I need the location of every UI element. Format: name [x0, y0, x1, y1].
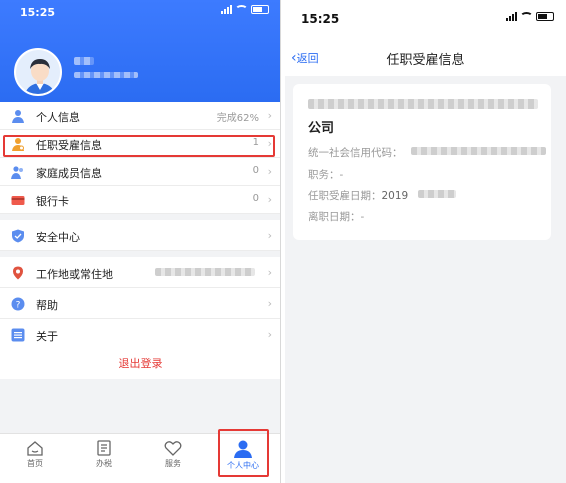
- chevron-right-icon: ›: [267, 109, 272, 122]
- employment-info-screen: 15:25 ‹返回 任职受雇信息 公司 统一社会信用代码： 职务：- 任职受雇日…: [285, 0, 566, 483]
- redacted-credit-code: [411, 147, 546, 155]
- menu-item-family-info[interactable]: 家庭成员信息 0 ›: [0, 158, 280, 186]
- credit-code-label: 统一社会信用代码：: [308, 147, 403, 159]
- menu-item-about[interactable]: 关于 ›: [0, 319, 280, 350]
- chevron-right-icon: ›: [267, 297, 272, 310]
- about-icon: [11, 328, 25, 342]
- hire-date-value: 2019: [381, 190, 409, 202]
- personal-center-screen: 15:25 个人信息 完成62% › 任职受雇信息 1 › 家庭成员信息 0 ›…: [0, 0, 281, 483]
- position-label: 职务：: [308, 169, 340, 181]
- status-time: 15:25: [301, 12, 340, 26]
- menu-label: 银行卡: [36, 195, 69, 208]
- status-time: 15:25: [20, 6, 56, 19]
- highlight-box-employment: [3, 135, 275, 157]
- tab-label: 办税: [96, 459, 112, 468]
- credit-code-row: 统一社会信用代码：: [308, 145, 403, 160]
- chevron-right-icon: ›: [267, 328, 272, 341]
- menu-item-help[interactable]: ? 帮助 ›: [0, 288, 280, 319]
- menu-label: 家庭成员信息: [36, 167, 102, 180]
- tab-home[interactable]: 首页: [10, 440, 60, 469]
- menu-value: 0: [252, 193, 259, 204]
- service-icon: [164, 441, 182, 456]
- redacted-company-name: [308, 99, 538, 109]
- redacted-hire-date: [418, 190, 456, 198]
- nav-header: 15:25 ‹返回 任职受雇信息: [285, 0, 566, 76]
- person-icon: [12, 110, 24, 123]
- wifi-icon: [235, 5, 248, 14]
- leave-date-label: 离职日期：: [308, 211, 361, 223]
- menu-label: 帮助: [36, 299, 58, 312]
- tab-label: 服务: [165, 459, 181, 468]
- chevron-right-icon: ›: [267, 229, 272, 242]
- wifi-icon: [520, 12, 533, 21]
- leave-date-row: 离职日期：-: [308, 209, 364, 224]
- menu-item-workplace[interactable]: 工作地或常住地 ›: [0, 257, 280, 288]
- company-name: 公司: [308, 121, 335, 136]
- tax-icon: [97, 440, 111, 456]
- employment-card[interactable]: 公司 统一社会信用代码： 职务：- 任职受雇日期：2019 离职日期：-: [293, 84, 551, 240]
- tab-label: 首页: [27, 459, 43, 468]
- logout-button[interactable]: 退出登录: [0, 349, 280, 379]
- redacted-address: [155, 268, 255, 276]
- location-icon: [13, 266, 23, 280]
- status-icons: [221, 5, 269, 14]
- status-bar: 15:25: [0, 0, 280, 24]
- avatar-illustration: [16, 50, 60, 94]
- menu-item-security-center[interactable]: 安全中心 ›: [0, 220, 280, 251]
- signal-icon: [221, 5, 232, 14]
- tab-tax[interactable]: 办税: [79, 440, 129, 469]
- hire-date-row: 任职受雇日期：2019: [308, 188, 408, 203]
- menu-item-bank-card[interactable]: 银行卡 0 ›: [0, 186, 280, 214]
- chevron-right-icon: ›: [267, 193, 272, 206]
- menu-item-personal-info[interactable]: 个人信息 完成62% ›: [0, 102, 280, 130]
- status-icons: [506, 12, 554, 21]
- avatar[interactable]: [14, 48, 62, 96]
- tab-service[interactable]: 服务: [148, 440, 198, 469]
- profile-header: 15:25: [0, 0, 280, 102]
- home-icon: [27, 441, 43, 456]
- menu-value: 完成62%: [216, 113, 259, 124]
- hire-date-label: 任职受雇日期：: [308, 190, 382, 202]
- menu-label: 工作地或常住地: [36, 268, 113, 281]
- battery-icon: [251, 5, 269, 14]
- page-title: 任职受雇信息: [386, 53, 465, 68]
- bank-card-icon: [11, 196, 25, 205]
- screenshot-composite: 15:25 个人信息 完成62% › 任职受雇信息 1 › 家庭成员信息 0 ›…: [0, 0, 566, 483]
- help-icon: ?: [11, 297, 25, 311]
- chevron-right-icon: ›: [267, 165, 272, 178]
- menu-label: 安全中心: [36, 231, 80, 244]
- leave-date-value: -: [360, 211, 365, 223]
- family-icon: [11, 166, 23, 179]
- redacted-username: [74, 57, 94, 65]
- position-value: -: [339, 169, 344, 181]
- redacted-id: [74, 72, 138, 78]
- battery-icon: [536, 12, 554, 21]
- shield-icon: [12, 229, 24, 243]
- menu-value: 0: [252, 165, 259, 176]
- highlight-box-profile-tab: [218, 429, 269, 477]
- svg-text:?: ?: [16, 301, 21, 311]
- status-bar: 15:25: [285, 0, 566, 26]
- chevron-right-icon: ›: [267, 266, 272, 279]
- menu-label: 关于: [36, 330, 58, 343]
- position-row: 职务：-: [308, 167, 343, 182]
- signal-icon: [506, 12, 517, 21]
- menu-label: 个人信息: [36, 111, 80, 124]
